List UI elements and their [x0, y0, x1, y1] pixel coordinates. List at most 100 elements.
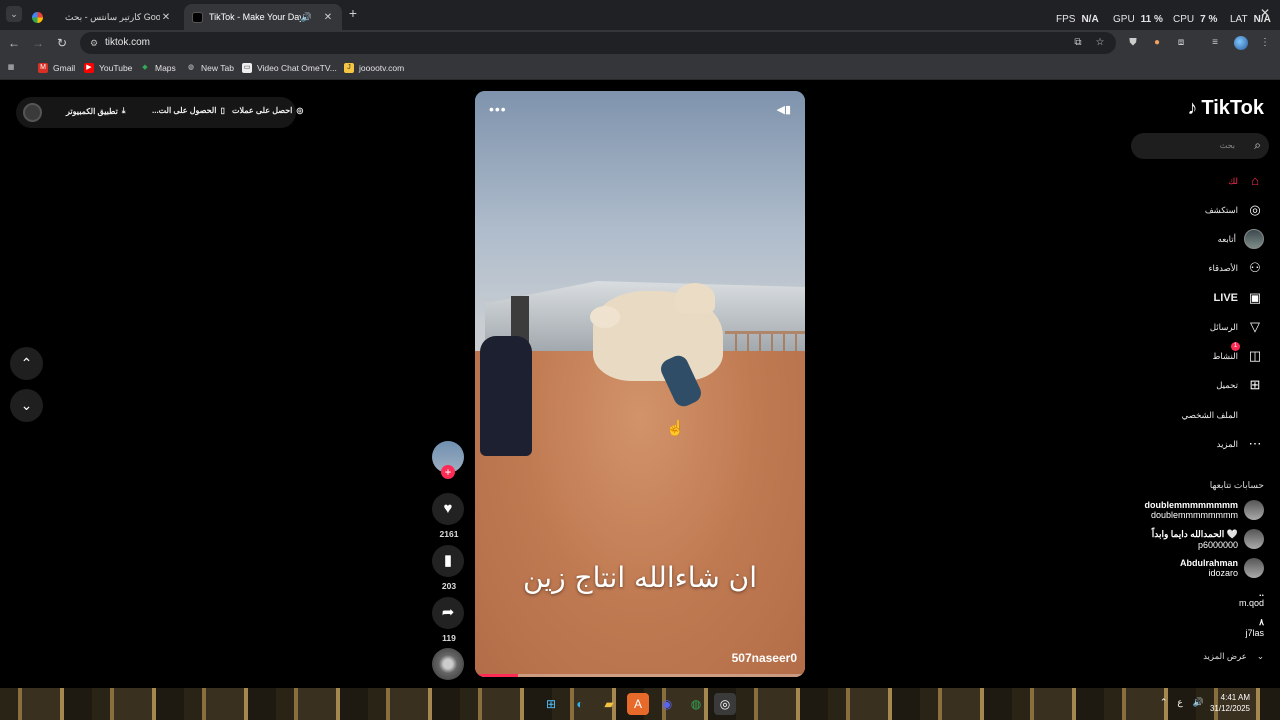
video-progress-bar[interactable]: [475, 674, 805, 677]
bookmark-icon[interactable]: ▮: [432, 545, 464, 577]
tiktok-page: ⤓ تطبيق الكمبيوتر ▯ الحصول على الت... ◎ احص…: [0, 81, 1280, 688]
tab-strip: ⌄ كارتير سانتس - بحث Google ✕ TikTok - M…: [0, 0, 1280, 30]
reading-list-icon[interactable]: ≡: [1208, 36, 1222, 50]
speaker-icon[interactable]: 🔊: [301, 12, 312, 23]
nav-messages[interactable]: ▽ الرسائل: [1210, 317, 1264, 337]
nav-activity[interactable]: ◫ 1 النشاط: [1212, 342, 1264, 366]
shield-icon[interactable]: ⛊: [1126, 36, 1140, 50]
avatar: [1244, 529, 1264, 549]
extension-icon[interactable]: ●: [1150, 36, 1164, 50]
nav-for-you[interactable]: ⌂ لك: [1228, 171, 1264, 191]
video-username[interactable]: 507naseer0: [732, 651, 797, 665]
following-account[interactable]: الحمدالله دايما وابداً 🤍 p6000000: [1152, 524, 1264, 554]
nav-live[interactable]: ▣ LIVE: [1214, 288, 1264, 308]
puzzle-icon[interactable]: ⧈: [1174, 36, 1188, 50]
file-explorer-icon[interactable]: ▰: [598, 693, 620, 715]
notification-badge: 1: [1231, 342, 1240, 351]
ometv-icon: ▭: [242, 63, 252, 73]
following-account[interactable]: doublemmmmmmmm doublemmmmmmmm: [1144, 495, 1264, 525]
search-input[interactable]: بحث ⌕: [1131, 133, 1269, 159]
menu-dots-icon[interactable]: ⋮: [1258, 36, 1272, 50]
back-icon[interactable]: ←: [6, 35, 22, 51]
video-player[interactable]: ••• ◀▮ ان شاءالله انتاج زين 507naseer0: [475, 91, 805, 677]
circle-icon[interactable]: [23, 103, 42, 122]
new-tab-button[interactable]: +: [346, 6, 360, 20]
windows-start-icon[interactable]: ⊞: [540, 693, 562, 715]
address-bar[interactable]: ⚙ tiktok.com ⧉ ☆: [80, 32, 1116, 54]
reload-icon[interactable]: ↻: [54, 35, 70, 51]
following-account[interactable]: ٨ j7las: [1245, 612, 1264, 642]
volume-icon[interactable]: 🔊: [1193, 697, 1204, 708]
tiktok-logo[interactable]: ♪ TikTok: [1187, 97, 1264, 120]
compass-icon: ◎: [1249, 202, 1261, 217]
search-icon[interactable]: ⌕: [1254, 138, 1261, 153]
site-info-icon[interactable]: ⚙: [88, 37, 100, 49]
bookmark-youtube[interactable]: ▶ YouTube: [84, 61, 132, 75]
close-tab-icon[interactable]: ✕: [322, 12, 334, 23]
get-coins-link[interactable]: ◎ احصل على عملات: [232, 106, 303, 115]
discord-icon[interactable]: ◉: [656, 693, 678, 715]
see-more-button[interactable]: ⌄ عرض المزيد: [1203, 651, 1264, 662]
like-heart-icon[interactable]: ♥: [432, 493, 464, 525]
bookmark-new-tab[interactable]: ◍ New Tab: [186, 61, 234, 75]
desktop-app-link[interactable]: ⤓ تطبيق الكمبيوتر: [66, 106, 125, 116]
nav-more[interactable]: ⋯ المزيد: [1217, 434, 1264, 454]
tab-title: كارتير سانتس - بحث Google: [65, 11, 160, 22]
previous-video-button[interactable]: ⌃: [10, 347, 43, 380]
taskbar-clock[interactable]: 4:41 AM 31/12/2025: [1210, 692, 1250, 714]
following-account[interactable]: .. m.qod: [1239, 583, 1264, 613]
top-action-bar: ⤓ تطبيق الكمبيوتر ▯ الحصول على الت... ◎ احص…: [16, 97, 303, 128]
edge-icon[interactable]: ◐: [569, 693, 591, 715]
tiktok-taskbar-icon[interactable]: ◎: [714, 693, 736, 715]
coin-icon: ◎: [296, 106, 304, 115]
like-count: 2161: [439, 529, 459, 539]
save-count: 203: [441, 581, 457, 591]
share-count: 119: [442, 633, 456, 643]
more-options-icon[interactable]: •••: [489, 101, 507, 117]
video-caption: ان شاءالله انتاج زين: [522, 561, 758, 594]
chevron-up-icon[interactable]: ⌃: [1160, 697, 1168, 708]
volume-icon[interactable]: ◀▮: [776, 103, 791, 116]
send-icon: ▽: [1250, 319, 1260, 334]
apps-grid-icon[interactable]: ▦: [6, 61, 21, 75]
download-icon: ⤓: [121, 106, 126, 115]
window-close-icon[interactable]: ✕: [1260, 6, 1270, 20]
bookmark-star-icon[interactable]: ☆: [1094, 37, 1106, 49]
language-indicator[interactable]: ع: [1177, 697, 1182, 708]
phone-icon: ▯: [220, 106, 225, 115]
windows-taskbar: ⊞ ◐ ▰ A ◉ ◍ ◎ ⌃ ع 🔊 4:41 AM 31/12/2025: [0, 688, 1280, 720]
upload-icon: ⊞: [1249, 377, 1261, 392]
bookmark-jooootv[interactable]: Jjooootv.com: [344, 61, 404, 75]
taskbar-apps: ⊞ ◐ ▰ A ◉ ◍ ◎: [540, 693, 736, 715]
forward-icon[interactable]: →: [30, 35, 46, 51]
app-icon[interactable]: A: [627, 693, 649, 715]
gmail-icon: M: [38, 63, 48, 73]
tab-tiktok[interactable]: TikTok - Make Your Day 🔊 ✕: [184, 4, 342, 30]
bookmark-ometv[interactable]: ▭ Video Chat OmeTV...: [242, 61, 337, 75]
avatar-icon: [1244, 229, 1264, 249]
close-tab-icon[interactable]: ✕: [160, 12, 172, 23]
follow-plus-icon[interactable]: +: [441, 465, 455, 479]
share-arrow-icon[interactable]: ➦: [432, 597, 464, 629]
fps-readout: FPS N/A: [1056, 13, 1099, 25]
bookmark-gmail[interactable]: M Gmail: [38, 61, 75, 75]
globe-icon: ◍: [187, 64, 195, 71]
profile-avatar[interactable]: [1234, 36, 1248, 50]
following-accounts-title: حسابات تتابعها: [1209, 480, 1264, 490]
tab-google-search[interactable]: كارتير سانتس - بحث Google ✕: [24, 4, 180, 30]
install-app-icon[interactable]: ⧉: [1072, 37, 1084, 49]
nav-profile[interactable]: الملف الشخصي: [1182, 405, 1264, 425]
url-text[interactable]: tiktok.com: [105, 37, 150, 48]
nav-friends[interactable]: ⚇ الأصدقاء: [1208, 258, 1264, 278]
music-disc-icon[interactable]: [432, 648, 464, 680]
nav-upload[interactable]: ⊞ تحميل: [1216, 375, 1264, 395]
nav-explore[interactable]: ◎ استكشف: [1205, 200, 1264, 220]
chrome-icon[interactable]: ◍: [685, 693, 707, 715]
nav-following[interactable]: أتابعه: [1218, 229, 1264, 249]
bookmark-maps[interactable]: ◆ Maps: [140, 61, 176, 75]
tab-search-button[interactable]: ⌄: [6, 6, 22, 22]
next-video-button[interactable]: ⌄: [10, 389, 43, 422]
cpu-readout: CPU 7 %: [1173, 13, 1218, 25]
following-account[interactable]: Abdulrahman idozaro: [1180, 553, 1264, 583]
get-app-link[interactable]: ▯ الحصول على الت...: [152, 106, 225, 115]
